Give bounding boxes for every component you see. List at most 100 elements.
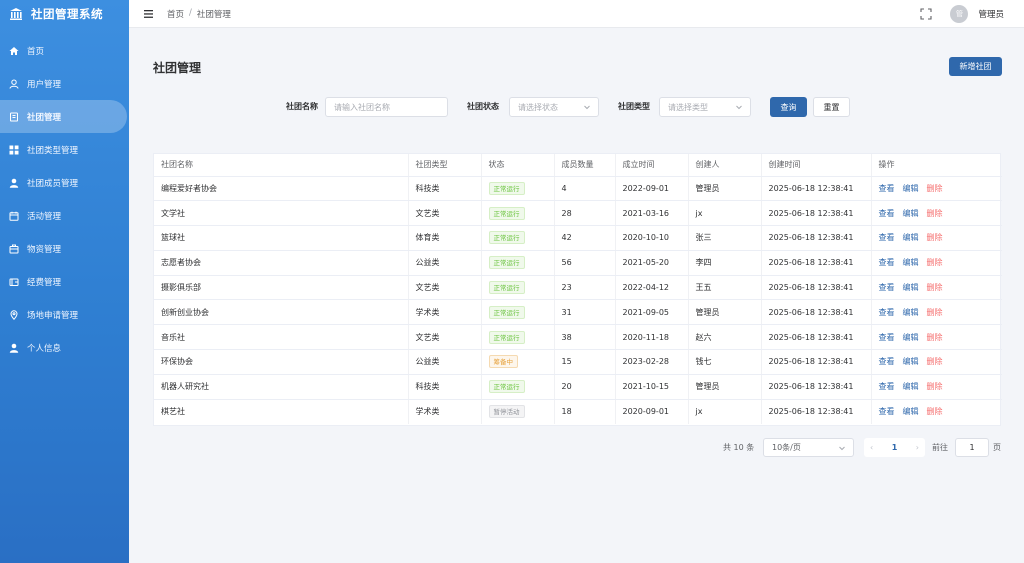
breadcrumb-home[interactable]: 首页: [167, 8, 184, 20]
user-icon: [9, 79, 19, 89]
delete-button[interactable]: 删除: [927, 382, 943, 391]
user-name[interactable]: 管理员: [978, 8, 1004, 20]
add-club-button[interactable]: 新增社团: [949, 57, 1002, 76]
sidebar-item-label: 活动管理: [27, 211, 62, 222]
club-type-cell: 学术类: [408, 299, 482, 326]
member-count-cell: 42: [554, 225, 616, 251]
club-type-cell: 公益类: [408, 349, 482, 375]
app-title: 社团管理系统: [31, 7, 103, 21]
menu-toggle-icon[interactable]: [143, 9, 153, 19]
edit-button[interactable]: 编辑: [903, 258, 919, 267]
view-button[interactable]: 查看: [879, 308, 895, 317]
club-name-cell: 志愿者协会: [154, 250, 409, 276]
reset-button[interactable]: 重置: [813, 97, 850, 117]
status-cell: 正常运行: [481, 225, 555, 251]
edit-button[interactable]: 编辑: [903, 233, 919, 242]
view-button[interactable]: 查看: [879, 382, 895, 391]
view-button[interactable]: 查看: [879, 258, 895, 267]
creator-cell: jx: [688, 200, 762, 227]
sidebar-item-0[interactable]: 首页: [0, 34, 129, 67]
view-button[interactable]: 查看: [879, 357, 895, 366]
edit-button[interactable]: 编辑: [903, 333, 919, 342]
view-button[interactable]: 查看: [879, 407, 895, 416]
sidebar-item-4[interactable]: 社团成员管理: [0, 166, 129, 199]
table-row: 音乐社 文艺类 正常运行 38 2020-11-18 赵六 2025-06-18 12:38…: [154, 324, 1002, 351]
club-type-cell: 体育类: [408, 225, 482, 251]
fullscreen-icon[interactable]: [920, 8, 933, 20]
view-button[interactable]: 查看: [879, 233, 895, 242]
query-button[interactable]: 查询: [770, 97, 807, 117]
club-name-placeholder: 请输入社团名称: [334, 102, 390, 112]
table-row: 摄影俱乐部 文艺类 正常运行 23 2022-04-12 王五 2025-06-18 12:…: [154, 275, 1002, 301]
member-count-cell: 15: [554, 349, 616, 375]
created-time-cell: 2025-06-18 12:38:41: [761, 349, 872, 375]
edit-button[interactable]: 编辑: [903, 407, 919, 416]
actions-cell: 查看 编辑 删除: [871, 200, 1002, 227]
club-name-cell: 机器人研究社: [154, 374, 409, 400]
created-time-cell: 2025-06-18 12:38:41: [761, 399, 872, 424]
status-badge: 正常运行: [488, 330, 525, 344]
column-header: 创建人: [688, 154, 762, 177]
edit-button[interactable]: 编辑: [903, 283, 919, 292]
delete-button[interactable]: 删除: [927, 333, 943, 342]
table-row: 环保协会 公益类 筹备中 15 2023-02-28 钱七 2025-06-18 12:38…: [154, 349, 1002, 375]
filter-bar: 社团名称 请输入社团名称 社团状态 请选择状态 社团类型 请选择类型: [129, 97, 1024, 117]
club-name-input[interactable]: 请输入社团名称: [325, 97, 448, 117]
box-icon: [9, 244, 19, 254]
delete-button[interactable]: 删除: [927, 209, 943, 218]
status-cell: 正常运行: [481, 299, 555, 326]
prev-page-button[interactable]: ‹: [870, 443, 873, 452]
column-header: 成员数量: [554, 154, 616, 177]
avatar[interactable]: 管: [950, 5, 969, 23]
institution-icon: [9, 7, 23, 21]
page-size-select[interactable]: 10条/页: [763, 438, 854, 457]
table-row: 机器人研究社 科技类 正常运行 20 2021-10-15 管理员 2025-06-18 1…: [154, 374, 1002, 400]
edit-button[interactable]: 编辑: [903, 308, 919, 317]
edit-button[interactable]: 编辑: [903, 184, 919, 193]
sidebar-item-7[interactable]: 经费管理: [0, 265, 129, 298]
sidebar-item-5[interactable]: 活动管理: [0, 199, 129, 232]
table-row: 创新创业协会 学术类 正常运行 31 2021-09-05 管理员 2025-06-18 1…: [154, 299, 1002, 326]
sidebar-item-3[interactable]: 社团类型管理: [0, 133, 129, 166]
sidebar-item-2[interactable]: 社团管理: [0, 100, 127, 133]
next-page-button[interactable]: ›: [916, 443, 919, 452]
club-type-select[interactable]: 请选择类型: [659, 97, 751, 117]
edit-button[interactable]: 编辑: [903, 357, 919, 366]
view-button[interactable]: 查看: [879, 209, 895, 218]
sidebar-item-6[interactable]: 物资管理: [0, 232, 129, 265]
delete-button[interactable]: 删除: [927, 308, 943, 317]
sidebar-item-9[interactable]: 个人信息: [0, 331, 129, 364]
view-button[interactable]: 查看: [879, 283, 895, 292]
table-body: 编程爱好者协会 科技类 正常运行 4 2022-09-01 管理员 2025-06-18 1…: [154, 176, 1002, 424]
status-badge: 正常运行: [488, 231, 525, 245]
sidebar-item-1[interactable]: 用户管理: [0, 67, 129, 100]
club-name-cell: 篮球社: [154, 225, 409, 251]
club-status-select[interactable]: 请选择状态: [509, 97, 599, 117]
chevron-down-icon: [839, 446, 845, 451]
created-time-cell: 2025-06-18 12:38:41: [761, 250, 872, 276]
status-cell: 正常运行: [481, 176, 555, 202]
sidebar-item-8[interactable]: 场地申请管理: [0, 298, 129, 331]
status-cell: 正常运行: [481, 275, 555, 301]
calendar-icon: [9, 211, 19, 221]
edit-button[interactable]: 编辑: [903, 209, 919, 218]
delete-button[interactable]: 删除: [927, 407, 943, 416]
delete-button[interactable]: 删除: [927, 233, 943, 242]
edit-button[interactable]: 编辑: [903, 382, 919, 391]
delete-button[interactable]: 删除: [927, 184, 943, 193]
delete-button[interactable]: 删除: [927, 283, 943, 292]
current-page[interactable]: 1: [892, 443, 898, 452]
view-button[interactable]: 查看: [879, 184, 895, 193]
person-icon: [9, 343, 19, 353]
status-cell: 筹备中: [481, 349, 555, 375]
view-button[interactable]: 查看: [879, 333, 895, 342]
member-count-cell: 31: [554, 299, 616, 326]
club-name-cell: 编程爱好者协会: [154, 176, 409, 202]
column-header: 状态: [481, 154, 555, 177]
creator-cell: 赵六: [688, 324, 762, 351]
delete-button[interactable]: 删除: [927, 357, 943, 366]
actions-cell: 查看 编辑 删除: [871, 250, 1002, 276]
delete-button[interactable]: 删除: [927, 258, 943, 267]
club-name-cell: 摄影俱乐部: [154, 275, 409, 301]
goto-page-input[interactable]: 1: [955, 438, 989, 457]
